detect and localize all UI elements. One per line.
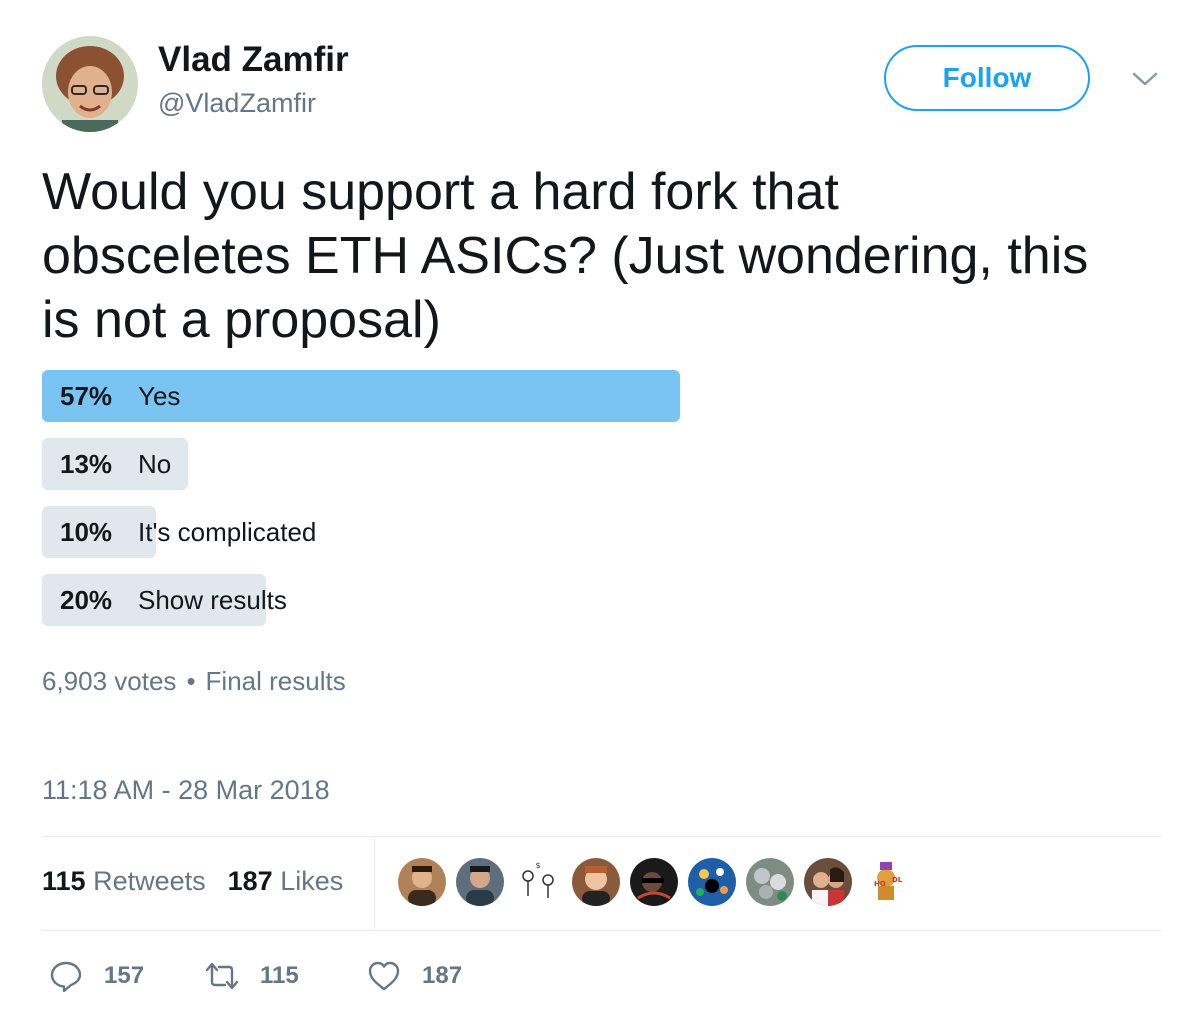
liker-avatar-icon: $ — [514, 858, 562, 906]
liker-avatar-icon — [688, 858, 736, 906]
poll-percentage: 10% — [60, 516, 113, 547]
tweet-text: Would you support a hard fork that obsce… — [42, 160, 1172, 352]
liker-avatar-icon — [572, 858, 620, 906]
retweet-button[interactable]: 115 — [204, 952, 299, 1000]
retweets-label: Retweets — [93, 866, 206, 896]
reply-icon — [50, 961, 82, 993]
divider — [42, 836, 1162, 837]
poll: 57% Yes 13% No 10% It's complicated 20% … — [42, 370, 1164, 642]
liker-avatar-icon — [746, 858, 794, 906]
liker-avatar[interactable] — [456, 858, 504, 906]
tweet-timestamp[interactable]: 11:18 AM - 28 Mar 2018 — [42, 775, 330, 806]
svg-text:HO: HO — [874, 880, 886, 888]
liker-avatar-icon — [630, 858, 678, 906]
svg-text:DL: DL — [892, 876, 903, 884]
retweets-stat[interactable]: 115 Retweets — [42, 866, 206, 896]
poll-option-label: Yes — [138, 380, 181, 411]
poll-meta: 6,903 votes • Final results — [42, 666, 346, 697]
liker-avatar[interactable]: $ — [514, 858, 562, 906]
tweet-text-line: is not a proposal) — [42, 291, 441, 349]
liker-avatar[interactable]: HO DL — [862, 858, 910, 906]
divider — [42, 930, 1162, 931]
liker-avatar-icon: HO DL — [862, 858, 910, 906]
poll-status: Final results — [205, 666, 346, 696]
liker-avatar[interactable] — [804, 858, 852, 906]
poll-option-yes: 57% Yes — [42, 370, 1164, 422]
liker-avatar[interactable] — [398, 858, 446, 906]
poll-option-complicated: 10% It's complicated — [42, 506, 1164, 558]
author-name[interactable]: Vlad Zamfir — [158, 40, 349, 80]
poll-vote-count: 6,903 votes — [42, 666, 177, 696]
liker-avatar[interactable] — [746, 858, 794, 906]
heart-icon — [368, 961, 400, 991]
author-avatar[interactable] — [42, 36, 138, 132]
retweet-count: 115 — [260, 962, 299, 989]
poll-option-no: 13% No — [42, 438, 1164, 490]
poll-option-label: It's complicated — [138, 516, 317, 547]
reply-button[interactable]: 157 — [48, 952, 144, 1000]
liker-avatar[interactable] — [572, 858, 620, 906]
reply-count: 157 — [104, 962, 145, 989]
liker-avatar-icon — [398, 858, 446, 906]
liker-avatar-icon — [456, 858, 504, 906]
tweet-stats: 115 Retweets 187 Likes — [42, 866, 343, 897]
likes-count: 187 — [227, 866, 273, 896]
retweets-count: 115 — [42, 866, 86, 896]
liker-avatar-icon — [804, 858, 852, 906]
tweet-menu-button[interactable] — [1130, 68, 1160, 90]
poll-option-show-results: 20% Show results — [42, 574, 1164, 626]
liker-avatar[interactable] — [688, 858, 736, 906]
poll-percentage: 57% — [60, 380, 113, 411]
like-count: 187 — [422, 962, 463, 989]
chevron-down-icon — [1132, 72, 1158, 86]
retweet-icon — [205, 962, 239, 990]
like-button[interactable]: 187 — [366, 952, 462, 1000]
user-avatar-icon — [42, 36, 138, 132]
tweet-text-line: Would you support a hard fork that — [42, 163, 839, 221]
poll-percentage: 20% — [60, 584, 113, 615]
liker-avatar[interactable] — [630, 858, 678, 906]
svg-text:$: $ — [535, 861, 540, 870]
likes-label: Likes — [280, 866, 344, 896]
poll-option-label: Show results — [138, 584, 287, 615]
poll-option-label: No — [138, 448, 172, 479]
poll-percentage: 13% — [60, 448, 113, 479]
divider — [374, 838, 375, 930]
author-handle[interactable]: @VladZamfir — [158, 88, 316, 119]
separator-dot: • — [186, 666, 196, 696]
likes-stat[interactable]: 187 Likes — [228, 866, 344, 896]
tweet-text-line: obsceletes ETH ASICs? (Just wondering, t… — [42, 227, 1089, 285]
follow-button[interactable]: Follow — [884, 45, 1090, 111]
